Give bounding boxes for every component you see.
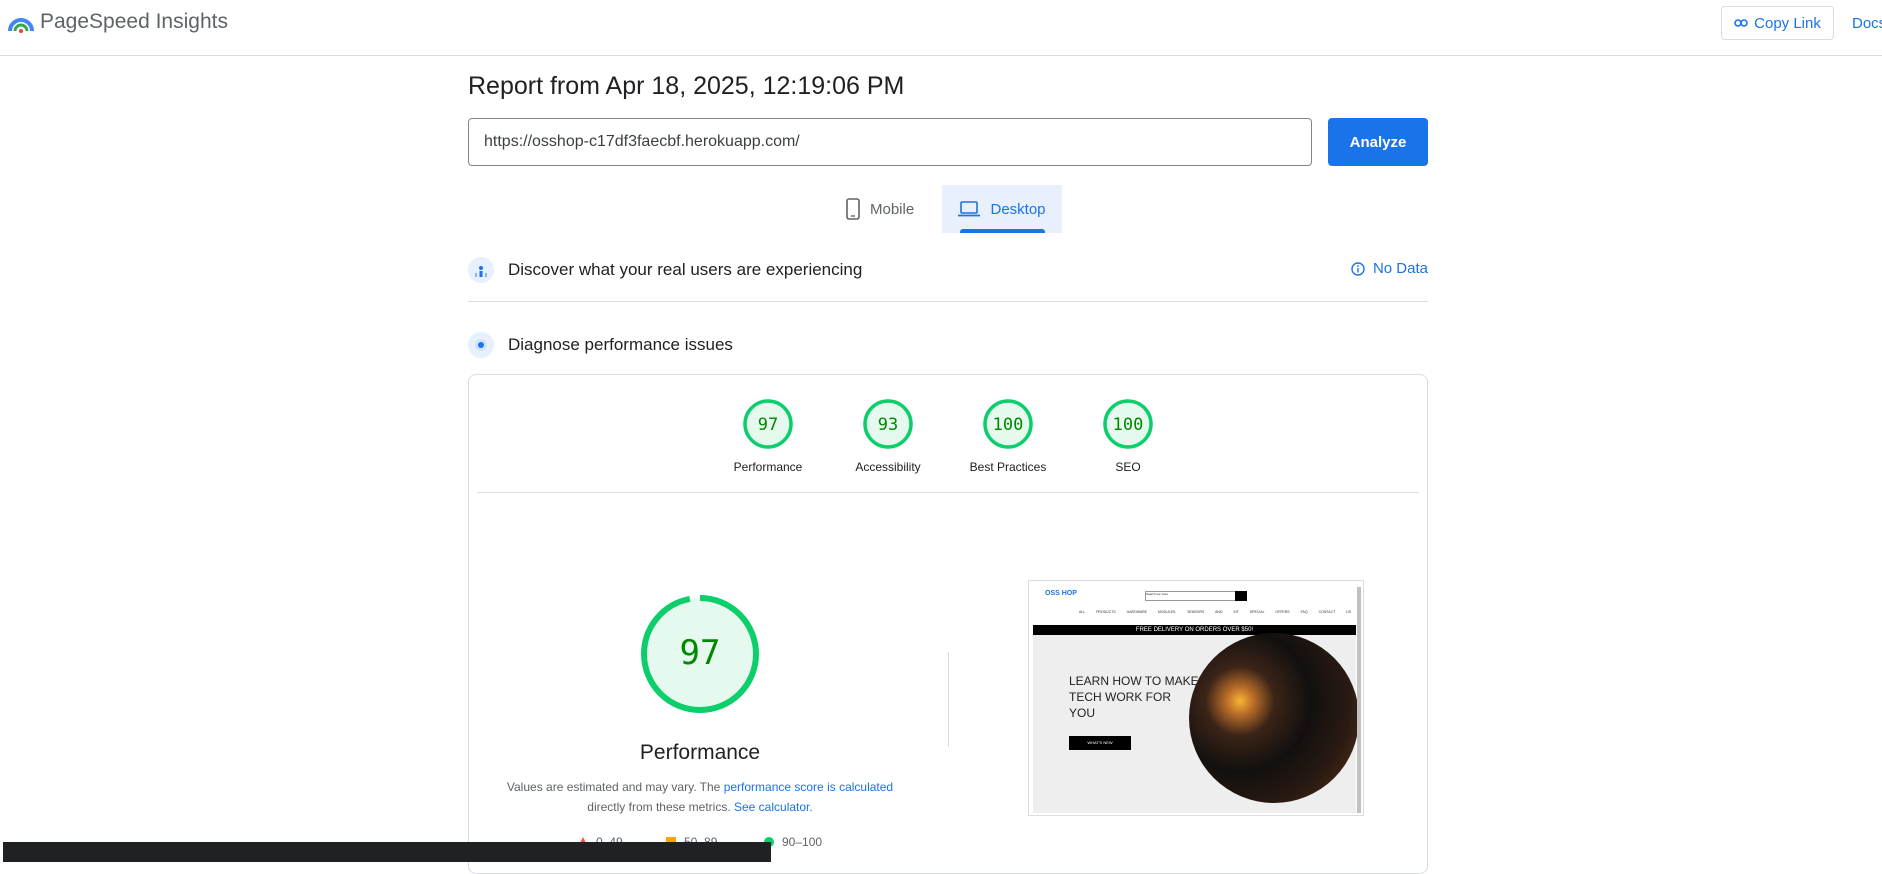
thumb-scrollbar bbox=[1357, 587, 1361, 813]
score-gauge-best-practices[interactable]: 100 Best Practices bbox=[948, 398, 1068, 474]
score-label: SEO bbox=[1115, 460, 1141, 474]
docs-link[interactable]: Docs bbox=[1852, 15, 1882, 32]
no-data-status[interactable]: No Data bbox=[1351, 260, 1428, 277]
performance-title: Performance bbox=[639, 741, 761, 764]
no-data-label: No Data bbox=[1372, 260, 1428, 277]
analyze-button[interactable]: Analyze bbox=[1328, 118, 1428, 166]
tab-selected-indicator bbox=[960, 229, 1045, 233]
performance-score-link[interactable]: performance score is calculated bbox=[724, 780, 893, 794]
score-value: 93 bbox=[878, 415, 898, 435]
app-title[interactable]: PageSpeed Insights bbox=[40, 10, 228, 34]
thumb-nav: ALL PRODUCTS HARDWARE MODULES, SENSORS A… bbox=[1079, 610, 1352, 614]
field-data-title: Discover what your real users are experi… bbox=[508, 260, 863, 279]
users-experience-icon bbox=[468, 257, 494, 283]
tab-mobile[interactable]: Mobile bbox=[846, 185, 942, 233]
info-icon bbox=[1351, 261, 1365, 276]
score-gauge-performance[interactable]: 97 Performance bbox=[708, 398, 828, 474]
mobile-phone-icon bbox=[846, 198, 860, 220]
diagnose-title: Diagnose performance issues bbox=[508, 335, 733, 354]
score-ring: 93 bbox=[863, 399, 913, 449]
score-label: Accessibility bbox=[855, 460, 921, 474]
score-ring: 97 bbox=[743, 399, 793, 449]
score-label: Performance bbox=[733, 460, 803, 474]
bottom-toast-bar bbox=[3, 842, 771, 862]
card-divider bbox=[477, 492, 1419, 493]
thumb-hero-button: WHAT'S NEW bbox=[1069, 736, 1131, 750]
copy-link-button[interactable]: Copy Link bbox=[1721, 6, 1834, 40]
score-gauge-accessibility[interactable]: 93 Accessibility bbox=[828, 398, 948, 474]
desc-text-2: directly from these metrics. bbox=[587, 800, 731, 814]
thumb-search-button bbox=[1235, 591, 1247, 601]
thumb-search-box: Search our store bbox=[1145, 591, 1237, 601]
score-ring: 100 bbox=[1103, 399, 1153, 449]
thumb-logo: OSS HOP bbox=[1045, 590, 1077, 597]
page-screenshot-thumbnail: OSS HOP Search our store ALL PRODUCTS HA… bbox=[1028, 580, 1364, 816]
tab-mobile-label: Mobile bbox=[870, 200, 915, 218]
vertical-divider bbox=[948, 652, 949, 747]
laptop-icon bbox=[958, 201, 981, 217]
field-data-section: Discover what your real users are experi… bbox=[468, 256, 1428, 284]
copy-link-label: Copy Link bbox=[1754, 14, 1821, 32]
thumb-banner: FREE DELIVERY ON ORDERS OVER $50! bbox=[1033, 625, 1356, 635]
thumb-hero-image bbox=[1189, 633, 1359, 803]
score-value: 100 bbox=[993, 415, 1024, 435]
pagespeed-logo-icon bbox=[8, 18, 34, 33]
section-divider bbox=[468, 301, 1428, 302]
legend-pass-label: 90–100 bbox=[782, 835, 823, 849]
performance-score: 97 bbox=[680, 633, 721, 673]
score-value: 100 bbox=[1113, 415, 1144, 435]
score-ring: 100 bbox=[983, 399, 1033, 449]
tab-desktop[interactable]: Desktop bbox=[942, 185, 1062, 233]
top-bar: PageSpeed Insights Copy Link Docs bbox=[0, 0, 1882, 56]
tab-desktop-label: Desktop bbox=[990, 200, 1046, 218]
performance-gauge: 97 bbox=[641, 595, 759, 713]
desc-text-1: Values are estimated and may vary. The bbox=[506, 780, 721, 794]
see-calculator-link[interactable]: See calculator. bbox=[734, 800, 813, 814]
score-value: 97 bbox=[758, 415, 778, 435]
report-title: Report from Apr 18, 2025, 12:19:06 PM bbox=[468, 72, 905, 100]
diagnose-section: Diagnose performance issues bbox=[468, 331, 1428, 359]
legend-pass: 90–100 bbox=[764, 835, 822, 849]
performance-description: Values are estimated and may vary. The p… bbox=[500, 777, 900, 817]
thumb-hero-text: LEARN HOW TO MAKE TECH WORK FOR YOU bbox=[1069, 674, 1199, 720]
score-gauge-seo[interactable]: 100 SEO bbox=[1068, 398, 1188, 474]
url-input[interactable] bbox=[468, 118, 1312, 166]
diagnose-icon bbox=[468, 332, 494, 358]
score-label: Best Practices bbox=[969, 460, 1047, 474]
link-icon bbox=[1734, 19, 1748, 27]
